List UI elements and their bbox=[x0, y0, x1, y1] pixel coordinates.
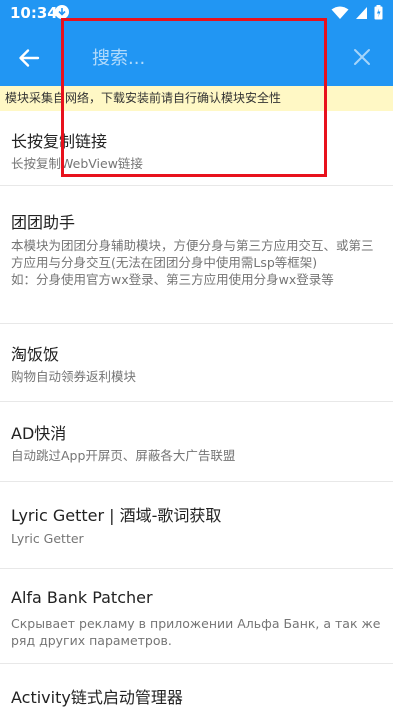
battery-icon bbox=[374, 5, 383, 20]
safety-notice-text: 模块采集自网络，下载安装前请自行确认模块安全性 bbox=[5, 91, 282, 105]
safety-notice: 模块采集自网络，下载安装前请自行确认模块安全性 bbox=[0, 86, 393, 111]
module-title: Activity链式启动管理器 bbox=[11, 688, 183, 707]
module-description: 购物自动领券返利模块 bbox=[11, 369, 137, 384]
back-arrow-icon[interactable] bbox=[16, 45, 42, 71]
status-bar: 10:34 bbox=[0, 0, 393, 28]
list-item[interactable]: Alfa Bank Patcher Скрывает рекламу в при… bbox=[0, 569, 393, 664]
status-icons bbox=[331, 5, 383, 20]
list-item[interactable]: 长按复制链接 长按复制WebView链接 bbox=[0, 111, 393, 186]
status-time: 10:34 bbox=[10, 4, 58, 22]
module-title: AD快消 bbox=[11, 424, 67, 443]
download-icon bbox=[55, 5, 69, 19]
list-item[interactable]: 团团助手 本模块为团团分身辅助模块，方便分身与第三方应用交互、或第三方应用与分身… bbox=[0, 186, 393, 324]
module-title: 淘饭饭 bbox=[11, 345, 60, 364]
signal-icon bbox=[356, 6, 367, 19]
module-description: Lyric Getter bbox=[11, 531, 84, 546]
list-item[interactable]: Lyric Getter | 酒域-歌词获取 Lyric Getter bbox=[0, 482, 393, 569]
wifi-icon bbox=[331, 6, 349, 19]
module-description: 自动跳过App开屏页、屏蔽各大广告联盟 bbox=[11, 448, 236, 463]
module-description: Скрывает рекламу в приложении Альфа Банк… bbox=[11, 616, 381, 648]
module-list: 长按复制链接 长按复制WebView链接 团团助手 本模块为团团分身辅助模块，方… bbox=[0, 111, 393, 724]
module-title: 长按复制链接 bbox=[11, 132, 108, 151]
list-item[interactable]: AD快消 自动跳过App开屏页、屏蔽各大广告联盟 bbox=[0, 402, 393, 482]
module-title: 团团助手 bbox=[11, 213, 76, 232]
search-input[interactable] bbox=[90, 41, 324, 75]
module-description: 长按复制WebView链接 bbox=[11, 156, 143, 171]
list-item[interactable]: 淘饭饭 购物自动领券返利模块 bbox=[0, 324, 393, 402]
module-description: 本模块为团团分身辅助模块，方便分身与第三方应用交互、或第三方应用与分身交互(无法… bbox=[11, 238, 374, 287]
list-item[interactable]: Activity链式启动管理器 bbox=[0, 664, 393, 724]
search-app-bar bbox=[0, 28, 393, 86]
close-icon[interactable] bbox=[350, 45, 374, 69]
module-title: Alfa Bank Patcher bbox=[11, 588, 153, 607]
module-title: Lyric Getter | 酒域-歌词获取 bbox=[11, 506, 222, 525]
